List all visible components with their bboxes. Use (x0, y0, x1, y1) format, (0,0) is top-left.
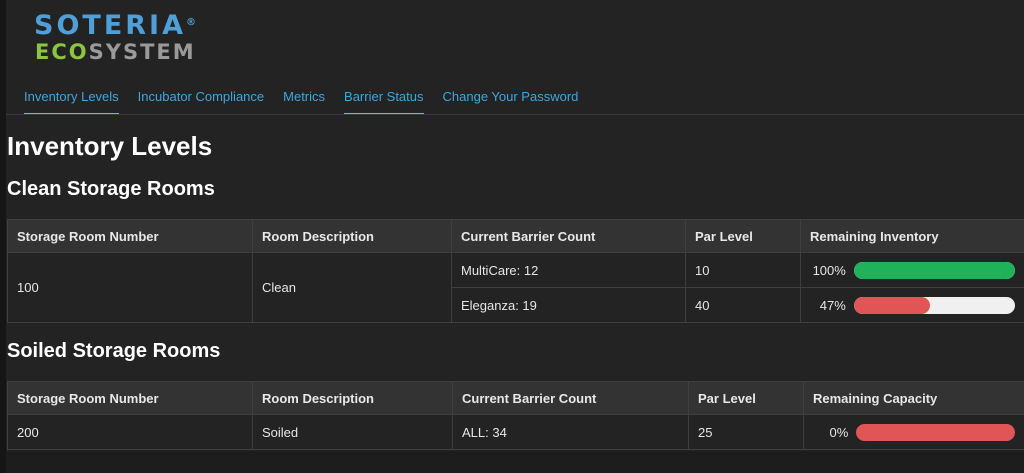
table-header-row: Storage Room Number Room Description Cur… (7, 219, 1024, 253)
room-number-cell: 100 (7, 252, 253, 323)
par-level-cell: 40 (685, 287, 801, 323)
header-current-barrier-count: Current Barrier Count (452, 381, 689, 415)
main-nav: Inventory Levels Incubator Compliance Me… (24, 88, 597, 115)
percent-label: 0% (829, 424, 849, 440)
logo-wordmark: SOTERIA® (34, 10, 196, 41)
barrier-count-cell: MultiCare: 12 (451, 252, 686, 288)
soteria-logo: SOTERIA® ECOSYSTEM (34, 10, 196, 65)
room-description-cell: Soiled (252, 414, 453, 450)
room-description-cell: Clean (252, 252, 452, 323)
table-row: 200 Soiled ALL: 34 25 0% (7, 414, 1024, 450)
header-current-barrier-count: Current Barrier Count (451, 219, 686, 253)
inventory-progress-fill (853, 261, 1015, 279)
barrier-count-cell: Eleganza: 19 (451, 287, 686, 323)
soiled-section-title: Soiled Storage Rooms (7, 340, 221, 362)
header-remaining-capacity: Remaining Capacity (803, 381, 1024, 415)
header-remaining-inventory: Remaining Inventory (800, 219, 1024, 253)
header-room-description: Room Description (252, 219, 452, 253)
table-row: 100 Clean MultiCare: 12 10 100% (7, 252, 1024, 323)
header-par-level: Par Level (688, 381, 804, 415)
inventory-progress-bar (853, 296, 1015, 314)
window-left-edge (0, 0, 6, 473)
logo-subtitle: ECOSYSTEM (35, 40, 196, 64)
inventory-progress-bar (853, 261, 1015, 279)
inventory-progress-fill (853, 296, 930, 314)
percent-label: 100% (812, 262, 846, 278)
nav-barrier-status[interactable]: Barrier Status (344, 88, 424, 115)
page-title: Inventory Levels (7, 131, 213, 161)
percent-label: 47% (819, 297, 846, 313)
nav-divider (6, 114, 1024, 115)
soiled-storage-table: Storage Room Number Room Description Cur… (7, 381, 1024, 450)
remaining-capacity-cell: 0% (803, 414, 1024, 450)
capacity-progress-bar (856, 423, 1015, 441)
nav-metrics[interactable]: Metrics (283, 88, 325, 115)
page-bottom-band (6, 451, 1024, 473)
clean-storage-table: Storage Room Number Room Description Cur… (7, 219, 1024, 323)
header-room-description: Room Description (252, 381, 453, 415)
table-header-row: Storage Room Number Room Description Cur… (7, 381, 1024, 415)
nav-incubator-compliance[interactable]: Incubator Compliance (138, 88, 264, 115)
room-number-cell: 200 (7, 414, 253, 450)
par-level-cell: 10 (685, 252, 801, 288)
remaining-inventory-cell: 100% (800, 252, 1024, 288)
header-par-level: Par Level (685, 219, 801, 253)
barrier-count-cell: ALL: 34 (452, 414, 689, 450)
header-storage-room-number: Storage Room Number (7, 381, 253, 415)
header-storage-room-number: Storage Room Number (7, 219, 253, 253)
par-level-cell: 25 (688, 414, 804, 450)
remaining-inventory-cell: 47% (800, 287, 1024, 323)
clean-section-title: Clean Storage Rooms (7, 178, 215, 200)
nav-change-password[interactable]: Change Your Password (443, 88, 579, 115)
nav-inventory-levels[interactable]: Inventory Levels (24, 88, 119, 115)
